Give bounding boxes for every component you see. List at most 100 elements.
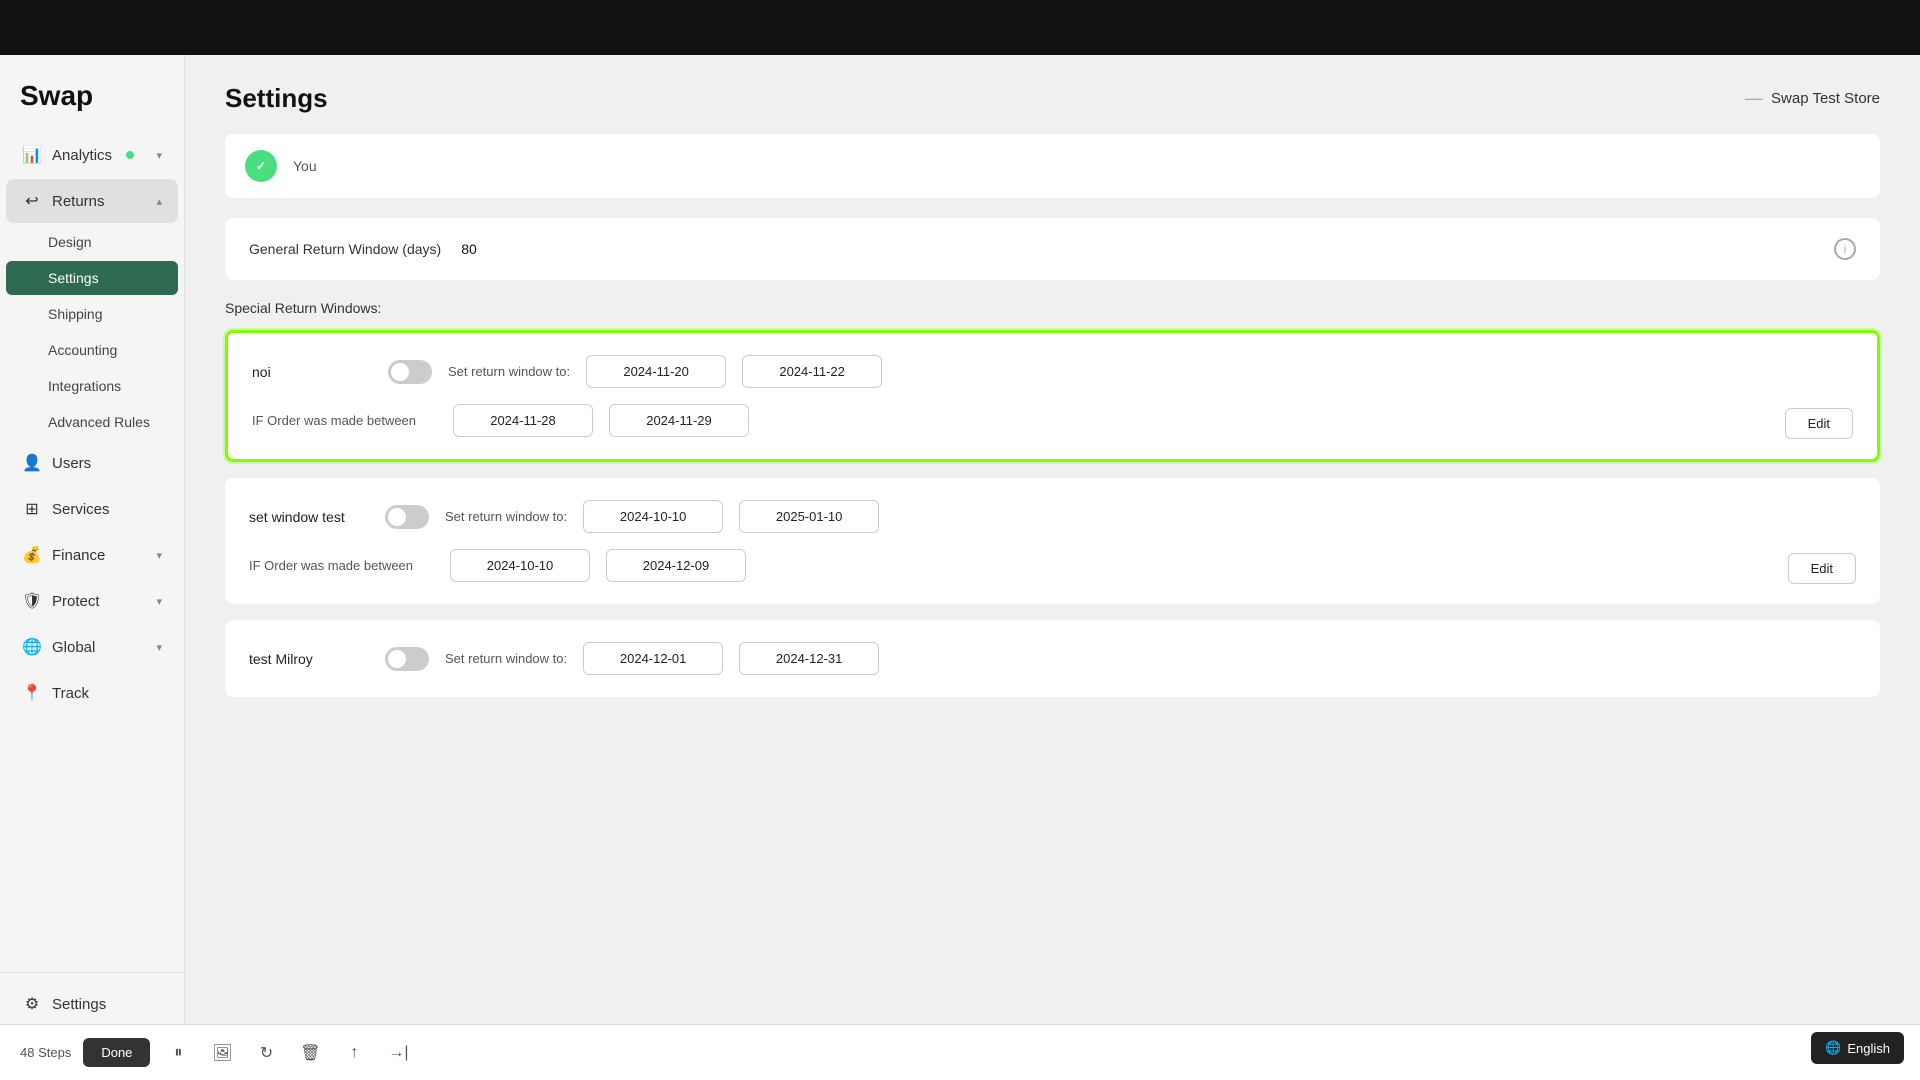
- card-swt-date-start[interactable]: 2024-10-10: [583, 500, 723, 533]
- sidebar-item-users[interactable]: 👤 Users: [6, 441, 178, 485]
- pause-button[interactable]: ⏸: [162, 1037, 194, 1069]
- card-noi-bottom-row: IF Order was made between 2024-11-28 202…: [252, 404, 1853, 437]
- card-noi-edit-button[interactable]: Edit: [1785, 408, 1853, 439]
- sidebar-item-settings-bottom[interactable]: ⚙ Settings: [6, 982, 178, 1026]
- general-return-value: 80: [461, 241, 477, 257]
- sidebar-item-analytics[interactable]: 📊 Analytics ▾: [6, 133, 178, 177]
- card-swt-order-end[interactable]: 2024-12-09: [606, 549, 746, 582]
- card-swt-order-start[interactable]: 2024-10-10: [450, 549, 590, 582]
- return-card-test-milroy: test Milroy Set return window to: 2024-1…: [225, 620, 1880, 697]
- sidebar-sub-item-accounting[interactable]: Accounting: [6, 333, 178, 367]
- card-swt-if-order-label: IF Order was made between: [249, 558, 434, 573]
- protect-icon: 🛡: [22, 591, 42, 611]
- sidebar-bottom-settings-label: Settings: [52, 996, 106, 1013]
- special-return-windows-label: Special Return Windows:: [225, 300, 1880, 316]
- next-button[interactable]: →|: [382, 1037, 414, 1069]
- sidebar-sub-item-design[interactable]: Design: [6, 225, 178, 259]
- app-logo: Swap: [0, 65, 184, 132]
- page-title: Settings: [225, 83, 328, 114]
- return-card-noi: noi Set return window to: 2024-11-20 202…: [225, 330, 1880, 462]
- done-button[interactable]: Done: [83, 1038, 150, 1067]
- card-swt-set-return-label: Set return window to:: [445, 509, 567, 524]
- sidebar-item-label: Protect: [52, 593, 100, 610]
- returns-icon: ↩: [22, 191, 42, 211]
- top-section: ✓ You: [225, 134, 1880, 198]
- track-icon: 📍: [22, 683, 42, 703]
- analytics-icon: 📊: [22, 145, 42, 165]
- toggle-circle: ✓: [245, 150, 277, 182]
- card-swt-toggle[interactable]: [385, 505, 429, 529]
- main-content: Settings — Swap Test Store ✓ You General…: [185, 55, 1920, 1080]
- card-tm-date-end[interactable]: 2024-12-31: [739, 642, 879, 675]
- sidebar-item-track[interactable]: 📍 Track: [6, 671, 178, 715]
- services-icon: ⊞: [22, 499, 42, 519]
- image-button[interactable]: 🖼: [206, 1037, 238, 1069]
- sidebar-sub-item-advanced-rules[interactable]: Advanced Rules: [6, 405, 178, 439]
- top-section-text: You: [293, 158, 317, 174]
- sidebar-item-label: Global: [52, 639, 95, 656]
- return-card-set-window-test: set window test Set return window to: 20…: [225, 478, 1880, 604]
- card-noi-name: noi: [252, 364, 372, 380]
- card-tm-toggle[interactable]: [385, 647, 429, 671]
- store-label: — Swap Test Store: [1745, 88, 1880, 109]
- bottom-toolbar: 48 Steps Done ⏸ 🖼 ↻ 🗑 ↑ →|: [0, 1024, 1920, 1080]
- card-tm-date-start[interactable]: 2024-12-01: [583, 642, 723, 675]
- card-noi-set-return-label: Set return window to:: [448, 364, 570, 379]
- content-body: ✓ You General Return Window (days) 80 i …: [185, 134, 1920, 753]
- card-noi-date-end[interactable]: 2024-11-22: [742, 355, 882, 388]
- store-divider: —: [1745, 88, 1763, 109]
- sidebar-item-label: Track: [52, 685, 89, 702]
- analytics-badge: [126, 151, 134, 159]
- users-icon: 👤: [22, 453, 42, 473]
- card-noi-date-start[interactable]: 2024-11-20: [586, 355, 726, 388]
- card-tm-top-row: test Milroy Set return window to: 2024-1…: [249, 642, 1856, 675]
- analytics-chevron-icon: ▾: [156, 149, 162, 162]
- card-swt-edit-button[interactable]: Edit: [1788, 553, 1856, 584]
- global-icon: 🌐: [22, 637, 42, 657]
- refresh-button[interactable]: ↻: [250, 1037, 282, 1069]
- card-noi-if-order-label: IF Order was made between: [252, 413, 437, 428]
- sidebar-item-label: Finance: [52, 547, 105, 564]
- settings-gear-icon: ⚙: [22, 994, 42, 1014]
- steps-count: 48 Steps: [20, 1045, 71, 1060]
- sidebar-sub-item-settings[interactable]: Settings: [6, 261, 178, 295]
- upload-button[interactable]: ↑: [338, 1037, 370, 1069]
- general-return-label: General Return Window (days): [249, 241, 441, 257]
- card-swt-bottom-row: IF Order was made between 2024-10-10 202…: [249, 549, 1856, 582]
- card-noi-top-row: noi Set return window to: 2024-11-20 202…: [252, 355, 1853, 388]
- protect-chevron-icon: ▾: [156, 595, 162, 608]
- language-label: English: [1847, 1041, 1890, 1056]
- sidebar-item-finance[interactable]: 💰 Finance ▾: [6, 533, 178, 577]
- info-icon[interactable]: i: [1834, 238, 1856, 260]
- card-noi-toggle[interactable]: [388, 360, 432, 384]
- store-name: Swap Test Store: [1771, 90, 1880, 107]
- top-bar: [0, 0, 1920, 55]
- sidebar-item-label: Analytics: [52, 147, 112, 164]
- global-chevron-icon: ▾: [156, 641, 162, 654]
- card-swt-top-row: set window test Set return window to: 20…: [249, 500, 1856, 533]
- sidebar-item-label: Users: [52, 455, 91, 472]
- finance-chevron-icon: ▾: [156, 549, 162, 562]
- card-tm-set-return-label: Set return window to:: [445, 651, 567, 666]
- sidebar-item-label: Services: [52, 501, 110, 518]
- card-swt-name: set window test: [249, 509, 369, 525]
- sidebar-item-returns[interactable]: ↩ Returns ▴: [6, 179, 178, 223]
- sidebar-item-protect[interactable]: 🛡 Protect ▾: [6, 579, 178, 623]
- content-header: Settings — Swap Test Store: [185, 55, 1920, 134]
- language-button[interactable]: 🌐 English: [1811, 1032, 1904, 1064]
- sidebar-item-services[interactable]: ⊞ Services: [6, 487, 178, 531]
- sidebar-sub-item-shipping[interactable]: Shipping: [6, 297, 178, 331]
- card-noi-order-end[interactable]: 2024-11-29: [609, 404, 749, 437]
- card-swt-date-end[interactable]: 2025-01-10: [739, 500, 879, 533]
- sidebar-sub-item-integrations[interactable]: Integrations: [6, 369, 178, 403]
- general-return-section: General Return Window (days) 80 i: [225, 218, 1880, 280]
- finance-icon: 💰: [22, 545, 42, 565]
- language-globe-icon: 🌐: [1825, 1040, 1841, 1056]
- delete-button[interactable]: 🗑: [294, 1037, 326, 1069]
- sidebar-item-label: Returns: [52, 193, 105, 210]
- sidebar: Swap 📊 Analytics ▾ ↩ Returns ▴ Design Se…: [0, 55, 185, 1080]
- sidebar-item-global[interactable]: 🌐 Global ▾: [6, 625, 178, 669]
- steps-badge: 48 Steps: [20, 1045, 71, 1060]
- returns-chevron-icon: ▴: [156, 195, 162, 208]
- card-noi-order-start[interactable]: 2024-11-28: [453, 404, 593, 437]
